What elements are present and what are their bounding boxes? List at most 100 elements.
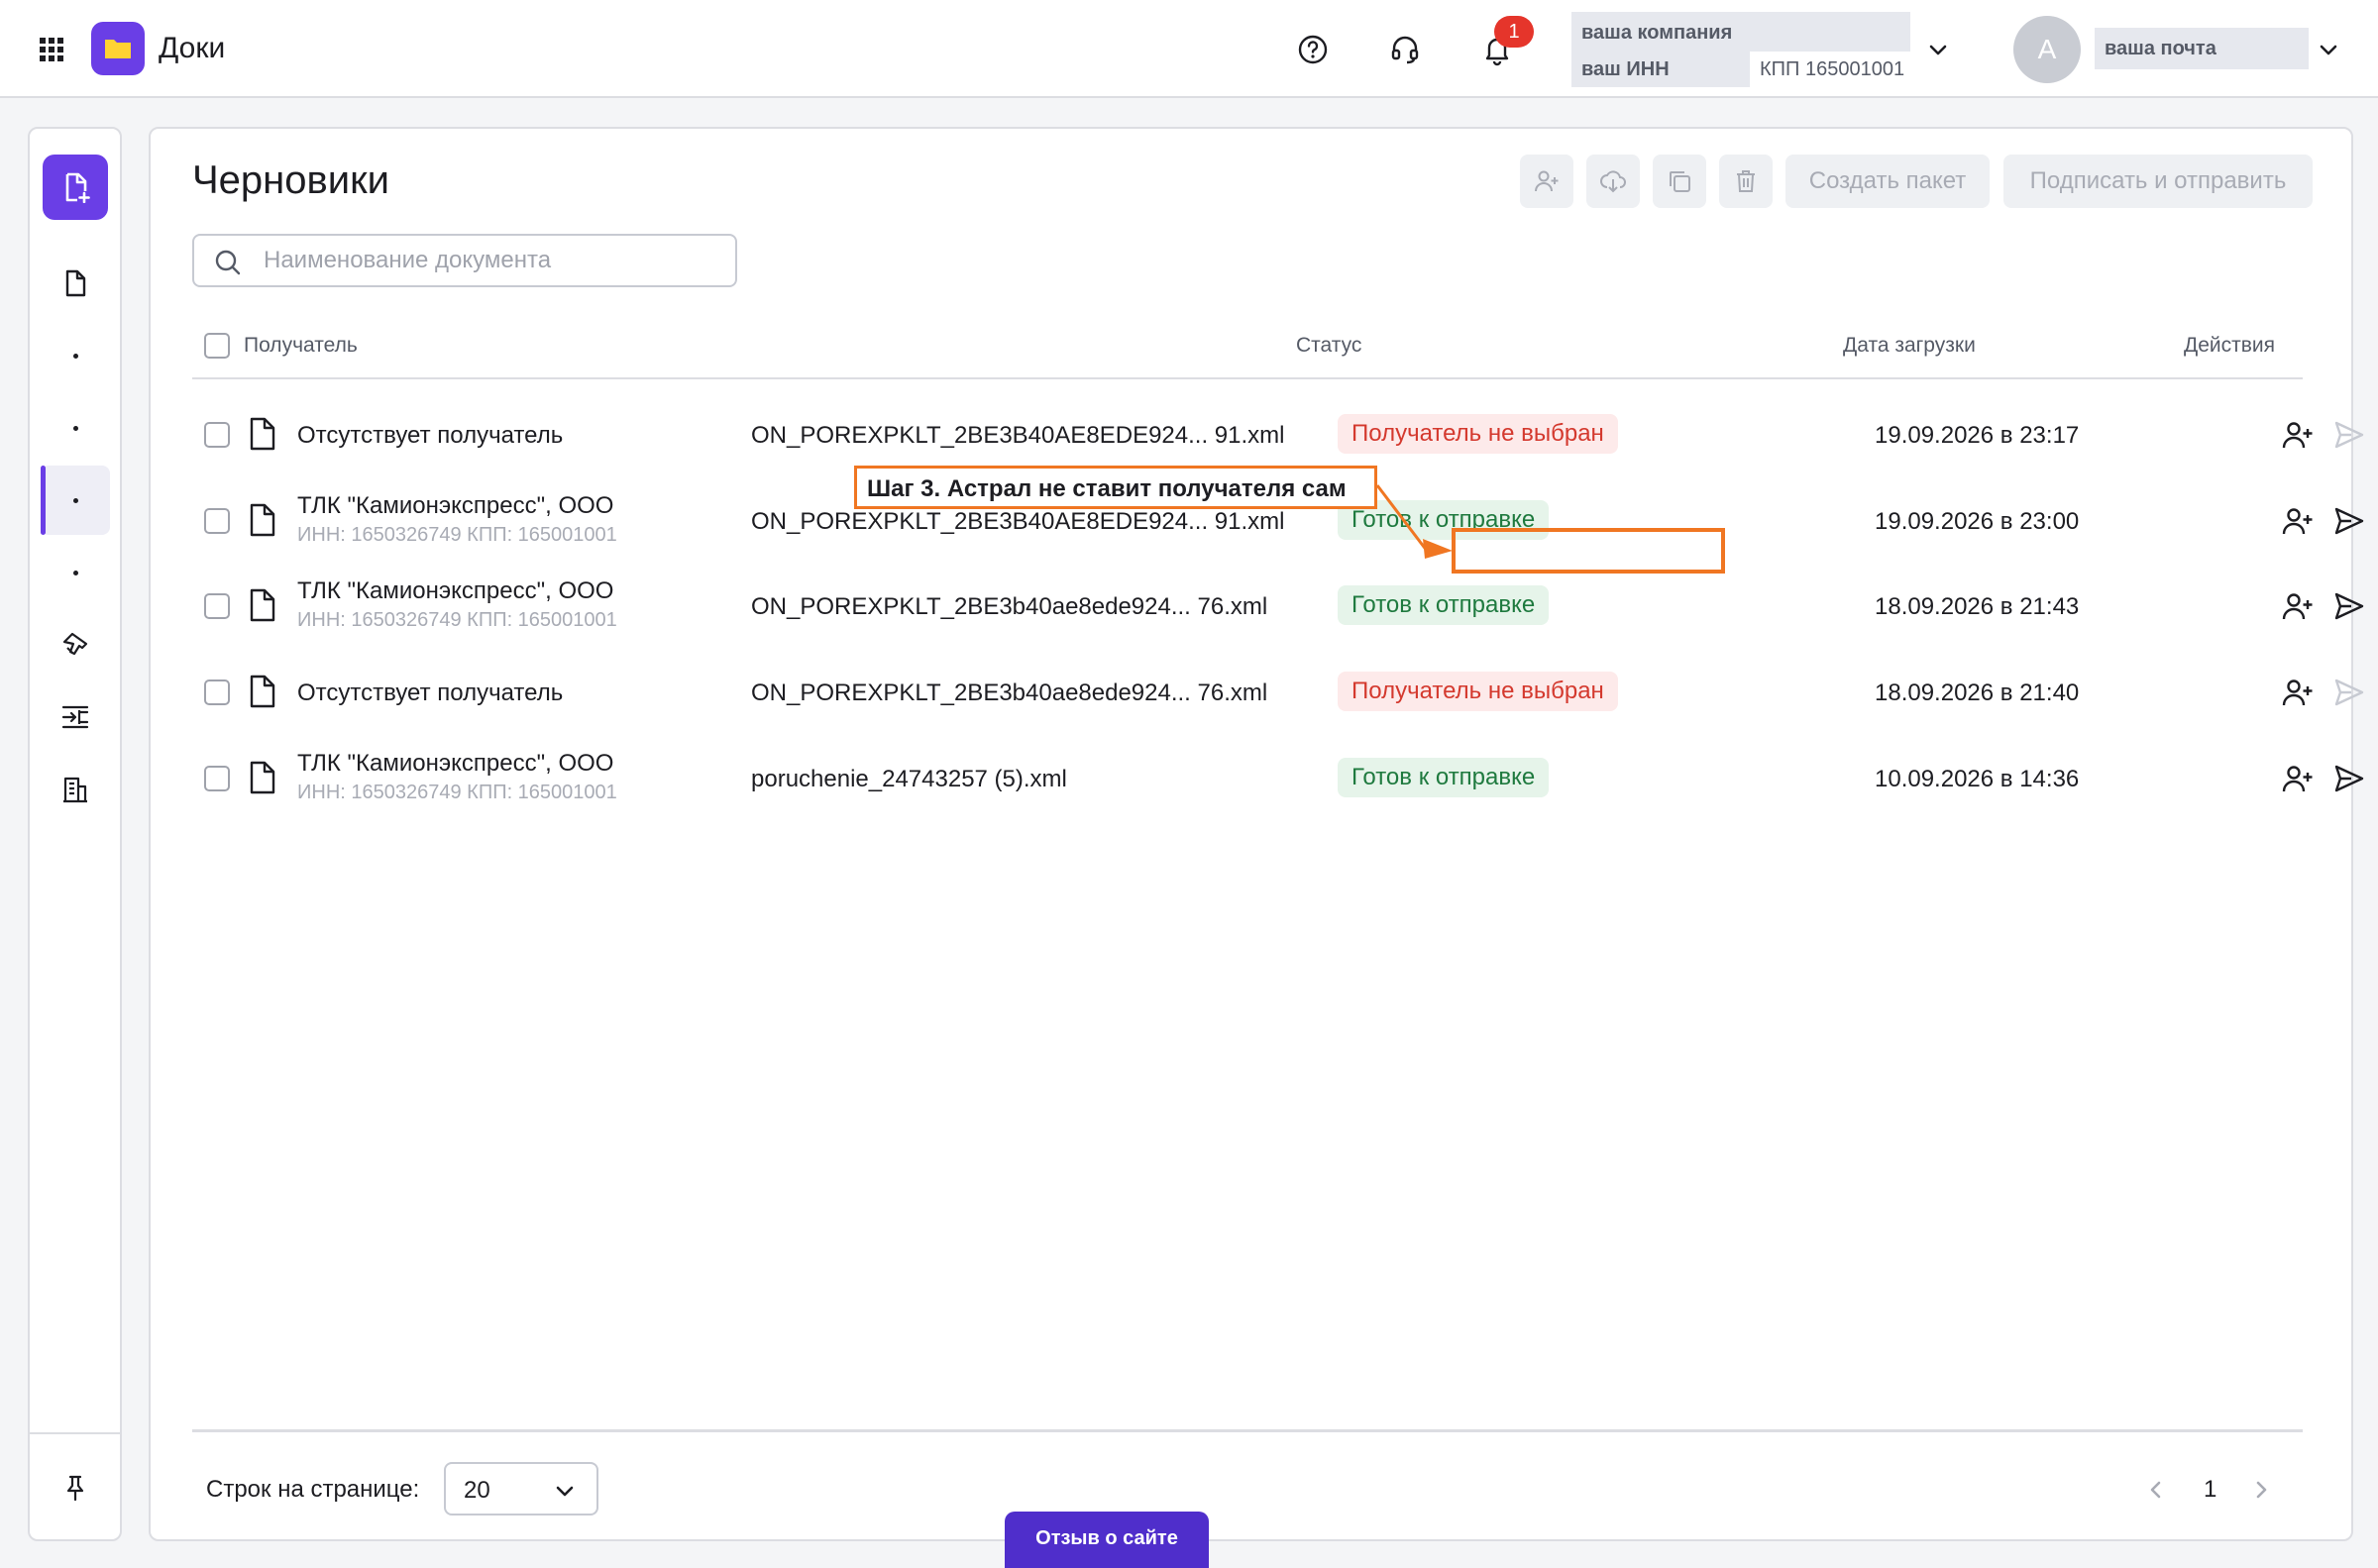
sidebar-dot-icon — [73, 426, 78, 431]
company-selector[interactable]: ваша компания ваш ИНН КПП 165001001 — [1571, 12, 1952, 87]
file-name[interactable]: ON_POREXPKLT_2BE3b40ae8ede924... 76.xml — [751, 593, 1267, 621]
avatar[interactable]: A — [2013, 16, 2081, 83]
upload-date: 19.09.2026 в 23:17 — [1875, 422, 2080, 449]
building-icon — [63, 777, 87, 803]
create-package-button[interactable]: Создать пакет — [1785, 155, 1990, 208]
sidebar-item-signing[interactable] — [41, 610, 110, 679]
select-all-checkbox[interactable] — [204, 333, 230, 359]
table-row[interactable]: ТЛК "Камионэкспресс", ООО ИНН: 165032674… — [192, 566, 2364, 651]
document-icon — [250, 761, 275, 793]
annotation-callout: Шаг 3. Астрал не ставит получателя сам — [854, 466, 1377, 509]
document-icon — [250, 589, 275, 622]
assign-recipient-button[interactable] — [1520, 155, 1573, 208]
delete-button[interactable] — [1719, 155, 1773, 208]
column-header-recipient[interactable]: Получатель — [244, 334, 358, 358]
send-icon[interactable] — [2332, 418, 2366, 452]
recipient-name: ТЛК "Камионэкспресс", ООО — [297, 491, 614, 519]
chevron-down-icon[interactable] — [1926, 38, 1950, 61]
pin-icon — [66, 1475, 84, 1502]
pin-sidebar-button[interactable] — [41, 1453, 110, 1522]
file-name[interactable]: ON_POREXPKLT_2BE3B40AE8EDE924... 91.xml — [751, 422, 1285, 450]
add-user-icon[interactable] — [2281, 762, 2315, 795]
recipient-details: ИНН: 1650326749 КПП: 165001001 — [297, 609, 617, 632]
sidebar-item-organizations[interactable] — [41, 755, 110, 824]
sidebar-item-incoming[interactable] — [41, 321, 110, 390]
document-icon — [250, 675, 275, 708]
annotation-arrow — [1375, 484, 1453, 559]
row-checkbox[interactable] — [204, 507, 230, 534]
recipient-name: ТЛК "Камионэкспресс", ООО — [297, 577, 614, 605]
merge-icon — [61, 705, 89, 729]
table-row[interactable]: Отсутствует получатель ON_POREXPKLT_2BE3… — [192, 652, 2364, 737]
footer-divider — [192, 1429, 2303, 1432]
top-bar: Доки 1 ваша компания ваш ИНН КПП 1650010… — [0, 0, 2378, 98]
headset-icon[interactable] — [1388, 33, 1422, 66]
download-icon — [1600, 170, 1626, 193]
recipient-name: Отсутствует получатель — [297, 679, 564, 707]
user-email[interactable]: ваша почта — [2095, 28, 2309, 69]
app-logo[interactable] — [91, 22, 145, 75]
chevron-down-icon — [556, 1486, 574, 1497]
sidebar-item-outgoing[interactable] — [41, 393, 110, 463]
status-badge: Готов к отправке — [1338, 757, 1550, 797]
upload-date: 18.09.2026 в 21:43 — [1875, 593, 2080, 621]
search-field[interactable] — [192, 234, 737, 287]
sidebar-divider — [30, 1432, 120, 1434]
company-kpp: КПП 165001001 — [1760, 58, 1905, 80]
file-name[interactable]: ON_POREXPKLT_2BE3B40AE8EDE924... 91.xml — [751, 508, 1285, 536]
new-document-icon — [65, 172, 90, 203]
sidebar-item-routing[interactable] — [41, 682, 110, 752]
sidebar — [28, 127, 122, 1541]
row-checkbox[interactable] — [204, 593, 230, 620]
search-icon — [215, 250, 241, 275]
add-user-icon — [1535, 170, 1559, 192]
document-icon — [250, 503, 275, 536]
sidebar-item-archive[interactable] — [41, 538, 110, 607]
apps-icon[interactable] — [38, 36, 65, 63]
rows-per-page-label: Строк на странице: — [206, 1476, 420, 1503]
sidebar-dot-icon — [73, 498, 78, 503]
column-header-date[interactable]: Дата загрузки — [1843, 334, 1976, 358]
add-user-icon[interactable] — [2281, 589, 2315, 623]
help-icon[interactable] — [1296, 33, 1330, 66]
send-icon[interactable] — [2332, 504, 2366, 538]
recipient-name: ТЛК "Камионэкспресс", ООО — [297, 749, 614, 777]
file-name[interactable]: ON_POREXPKLT_2BE3b40ae8ede924... 76.xml — [751, 679, 1267, 707]
sign-and-send-button[interactable]: Подписать и отправить — [2003, 155, 2313, 208]
send-icon[interactable] — [2332, 589, 2366, 623]
add-user-icon[interactable] — [2281, 504, 2315, 538]
download-button[interactable] — [1586, 155, 1640, 208]
create-document-button[interactable] — [43, 155, 108, 220]
table-row[interactable]: ТЛК "Камионэкспресс", ООО ИНН: 165032674… — [192, 738, 2364, 823]
chevron-down-icon[interactable] — [2317, 38, 2340, 61]
table-header-divider — [192, 377, 2303, 379]
rows-per-page-value: 20 — [464, 1477, 490, 1504]
send-icon[interactable] — [2332, 762, 2366, 795]
recipient-name: Отсутствует получатель — [297, 422, 564, 449]
copy-button[interactable] — [1653, 155, 1706, 208]
send-icon[interactable] — [2332, 676, 2366, 709]
add-user-icon[interactable] — [2281, 676, 2315, 709]
rows-per-page-select[interactable]: 20 — [444, 1462, 598, 1516]
document-icon — [250, 417, 275, 451]
company-inn: ваш ИНН — [1571, 52, 1750, 87]
column-header-actions: Действия — [2184, 334, 2276, 357]
add-user-icon[interactable] — [2281, 418, 2315, 452]
sidebar-item-documents[interactable] — [41, 249, 110, 318]
search-input[interactable] — [264, 246, 719, 275]
file-name[interactable]: poruchenie_24743257 (5).xml — [751, 766, 1067, 793]
feedback-button[interactable]: Отзыв о сайте — [1005, 1512, 1209, 1568]
column-header-status[interactable]: Статус — [1296, 334, 1361, 358]
recipient-details: ИНН: 1650326749 КПП: 165001001 — [297, 523, 617, 546]
page-title: Черновики — [192, 158, 389, 202]
upload-date: 18.09.2026 в 21:40 — [1875, 679, 2080, 707]
page-number[interactable]: 1 — [2204, 1476, 2216, 1504]
row-checkbox[interactable] — [204, 679, 230, 706]
chevron-left-icon[interactable] — [2144, 1478, 2168, 1502]
app-title: Доки — [159, 32, 226, 64]
chevron-right-icon[interactable] — [2249, 1478, 2273, 1502]
sidebar-item-drafts[interactable] — [41, 466, 110, 535]
row-checkbox[interactable] — [204, 422, 230, 448]
status-badge: Готов к отправке — [1338, 585, 1550, 626]
row-checkbox[interactable] — [204, 765, 230, 791]
